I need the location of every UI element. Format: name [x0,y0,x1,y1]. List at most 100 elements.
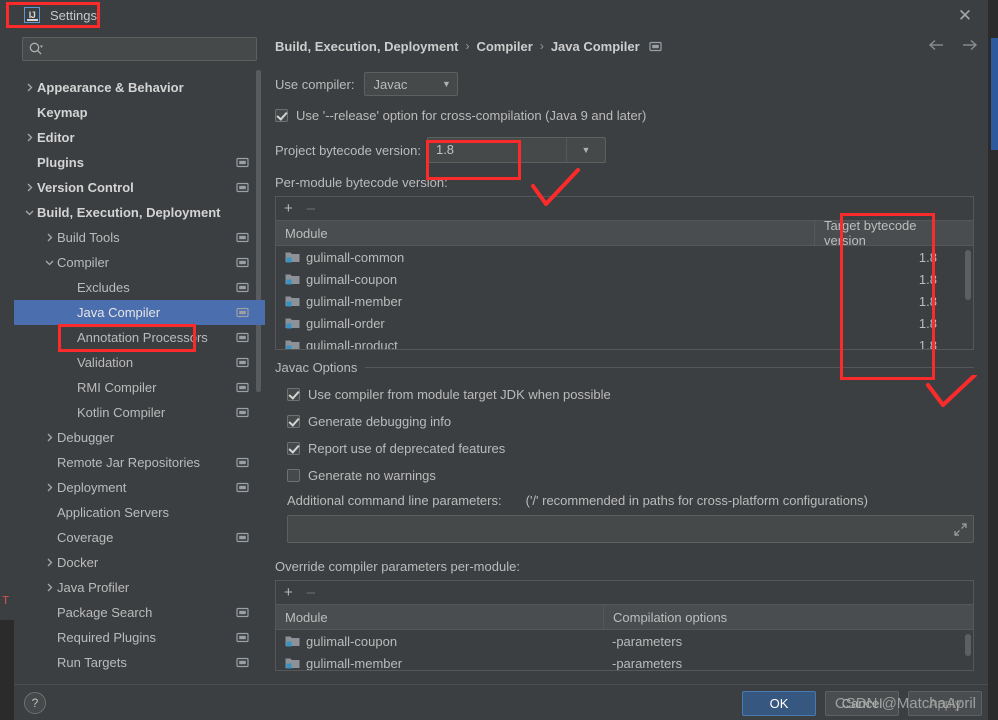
help-button[interactable]: ? [24,692,46,714]
column-header-module[interactable]: Module [276,605,603,629]
target-version-cell[interactable]: 1.8 [814,290,973,312]
navigation-arrows [928,36,978,54]
project-bytecode-dropdown[interactable]: 1.8 ▼ [426,137,606,163]
sidebar-item-package-search[interactable]: Package Search [14,600,265,625]
sidebar-item-java-profiler[interactable]: Java Profiler [14,575,265,600]
override-table-scrollbar[interactable] [965,634,971,656]
javac-option-row[interactable]: Use compiler from module target JDK when… [265,387,988,402]
sidebar-item-keymap[interactable]: Keymap [14,100,265,125]
sidebar-item-application-servers[interactable]: Application Servers [14,500,265,525]
table-row[interactable]: gulimall-member 1.8 [276,290,973,312]
sidebar-item-label: Excludes [77,280,130,295]
module-cell: gulimall-order [276,312,814,334]
sidebar-item-coverage[interactable]: Coverage [14,525,265,550]
column-header-target-version[interactable]: Target bytecode version [814,218,973,248]
arrow-left-icon[interactable] [928,36,946,54]
chevron-right-icon[interactable] [42,233,57,242]
sidebar-item-label: Java Profiler [57,580,130,595]
sidebar-item-debugger[interactable]: Debugger [14,425,265,450]
additional-params-input[interactable] [287,515,974,543]
sidebar-item-rmi-compiler[interactable]: RMI Compiler [14,375,265,400]
close-icon[interactable]: ✕ [954,5,976,27]
search-field[interactable] [22,37,257,61]
override-table-body[interactable]: gulimall-coupon -parameters gulimall-membe… [276,630,973,670]
chevron-right-icon[interactable] [22,133,37,142]
module-table-body[interactable]: gulimall-common 1.8 gulimall-coupon 1.8 guli… [276,246,973,349]
javac-option-checkbox[interactable] [287,469,300,482]
sidebar-item-appearance-behavior[interactable]: Appearance & Behavior [14,75,265,100]
sidebar-item-kotlin-compiler[interactable]: Kotlin Compiler [14,400,265,425]
target-version-cell[interactable]: 1.8 [814,246,973,268]
module-cell: gulimall-common [276,246,814,268]
chevron-right-icon[interactable] [22,183,37,192]
table-row[interactable]: gulimall-coupon -parameters [276,630,973,652]
sidebar-item-java-compiler[interactable]: Java Compiler [14,300,265,325]
sidebar-item-docker[interactable]: Docker [14,550,265,575]
sidebar-item-compiler[interactable]: Compiler [14,250,265,275]
sidebar-item-label: Coverage [57,530,114,545]
sidebar-item-version-control[interactable]: Version Control [14,175,265,200]
javac-option-checkbox[interactable] [287,415,300,428]
release-option-checkbox[interactable] [275,109,288,122]
sidebar-item-build-tools[interactable]: Build Tools [14,225,265,250]
sidebar-item-excludes[interactable]: Excludes [14,275,265,300]
chevron-down-icon: ▼ [442,79,451,89]
settings-tree[interactable]: Appearance & Behavior Keymap Editor Plugins… [14,70,265,684]
sidebar-item-run-targets[interactable]: Run Targets [14,650,265,675]
table-row[interactable]: gulimall-common 1.8 [276,246,973,268]
use-compiler-dropdown[interactable]: Javac ▼ [364,72,459,96]
ok-button[interactable]: OK [742,691,816,716]
chevron-right-icon[interactable] [22,83,37,92]
remove-module-button[interactable]: – [307,201,315,216]
chevron-right-icon[interactable] [42,433,57,442]
chevron-right-icon[interactable] [42,558,57,567]
sidebar-item-annotation-processors[interactable]: Annotation Processors [14,325,265,350]
add-override-button[interactable]: + [284,585,293,600]
remove-override-button[interactable]: – [307,585,315,600]
table-row[interactable]: gulimall-member -parameters [276,652,973,670]
breadcrumb-part-0[interactable]: Build, Execution, Deployment [275,39,458,54]
chevron-right-icon[interactable] [42,483,57,492]
settings-dialog: T IJ Settings ✕ Appearance & Behavior Key… [0,0,998,720]
chevron-down-icon[interactable] [22,208,37,217]
project-bytecode-value[interactable]: 1.8 [428,138,567,162]
javac-option-row[interactable]: Report use of deprecated features [265,441,988,456]
sidebar-item-deployment[interactable]: Deployment [14,475,265,500]
module-table-scrollbar[interactable] [965,250,971,300]
apply-button[interactable]: Apply [908,691,982,716]
module-cell: gulimall-coupon [276,630,603,652]
target-version-cell[interactable]: 1.8 [814,312,973,334]
table-row[interactable]: gulimall-product 1.8 [276,334,973,349]
chevron-down-icon[interactable]: ▼ [567,145,605,155]
table-row[interactable]: gulimall-coupon 1.8 [276,268,973,290]
target-version-cell[interactable]: 1.8 [814,268,973,290]
title-bar: IJ Settings ✕ [14,0,988,30]
compilation-options-cell[interactable]: -parameters [603,630,973,652]
column-header-module[interactable]: Module [276,221,814,245]
sidebar-item-build-execution-deployment[interactable]: Build, Execution, Deployment [14,200,265,225]
breadcrumb-part-2[interactable]: Java Compiler [551,39,640,54]
javac-option-row[interactable]: Generate no warnings [265,468,988,483]
sidebar-item-required-plugins[interactable]: Required Plugins [14,625,265,650]
search-input[interactable] [47,42,256,56]
javac-option-row[interactable]: Generate debugging info [265,414,988,429]
javac-option-checkbox[interactable] [287,442,300,455]
release-option-row[interactable]: Use '--release' option for cross-compila… [265,108,988,123]
target-version-cell[interactable]: 1.8 [814,334,973,350]
ide-scrollbar-marker[interactable] [991,38,998,150]
sidebar-item-validation[interactable]: Validation [14,350,265,375]
expand-icon[interactable] [953,522,968,537]
breadcrumb-part-1[interactable]: Compiler [476,39,532,54]
cancel-button[interactable]: Cancel [825,691,899,716]
chevron-down-icon[interactable] [42,258,57,267]
add-module-button[interactable]: + [284,201,293,216]
sidebar-item-plugins[interactable]: Plugins [14,150,265,175]
arrow-right-icon[interactable] [960,36,978,54]
chevron-right-icon[interactable] [42,583,57,592]
sidebar-item-remote-jar-repositories[interactable]: Remote Jar Repositories [14,450,265,475]
table-row[interactable]: gulimall-order 1.8 [276,312,973,334]
javac-option-checkbox[interactable] [287,388,300,401]
sidebar-item-editor[interactable]: Editor [14,125,265,150]
compilation-options-cell[interactable]: -parameters [603,652,973,671]
column-header-compilation-options[interactable]: Compilation options [603,605,973,629]
